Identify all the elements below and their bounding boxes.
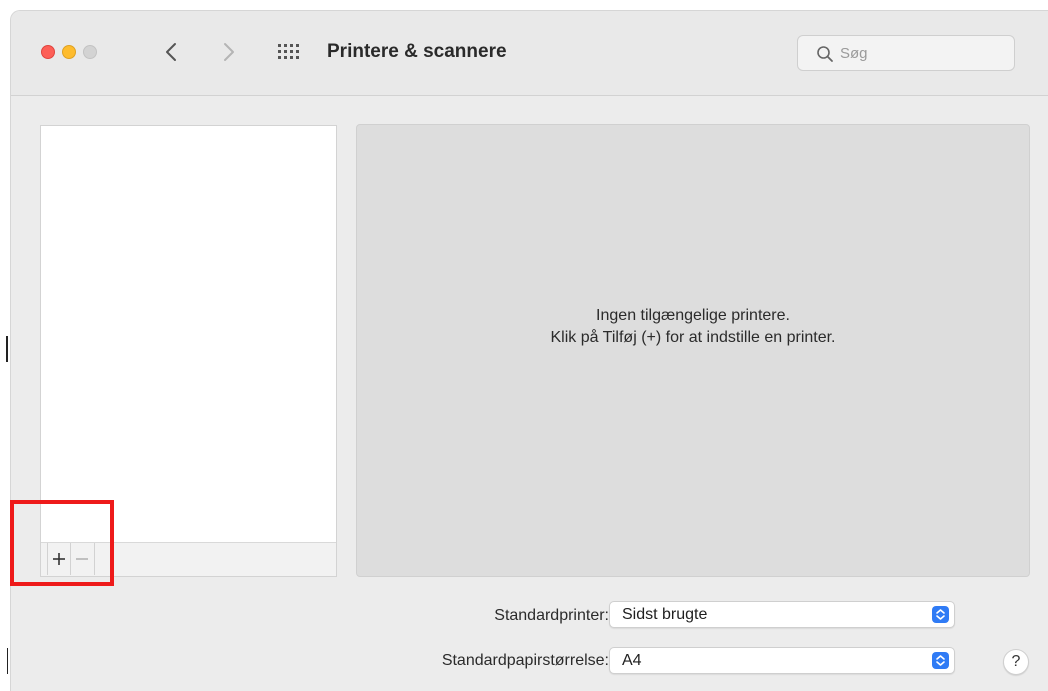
paper-size-stepper: [932, 652, 949, 669]
forward-chevron-icon: [224, 43, 234, 61]
zoom-button[interactable]: [83, 45, 97, 59]
grid-icon: [278, 44, 299, 59]
show-all-button[interactable]: [277, 43, 299, 61]
paper-size-label: Standardpapirstørrelse:: [441, 652, 609, 669]
stepper-chevron-icon: [936, 609, 945, 620]
empty-state-line-1: Ingen tilgængelige printere.: [596, 307, 790, 324]
highlight-annotation: [10, 500, 114, 586]
title-bar: Printere & scannere Søg: [11, 11, 1048, 96]
default-printer-stepper: [932, 606, 949, 623]
empty-state-message: Ingen tilgængelige printere. Klik på Til…: [357, 305, 1029, 349]
default-printer-popup[interactable]: Sidst brugte: [609, 601, 955, 628]
window-title: Printere & scannere: [327, 41, 507, 62]
search-field[interactable]: Søg: [797, 35, 1015, 71]
back-chevron-icon: [166, 43, 176, 61]
empty-state-line-2: Klik på Tilføj (+) for at indstille en p…: [550, 329, 836, 346]
default-printer-value: Sidst brugte: [622, 606, 708, 623]
printer-detail-pane: Ingen tilgængelige printere. Klik på Til…: [356, 124, 1030, 577]
back-button[interactable]: [159, 38, 185, 66]
help-button[interactable]: ?: [1003, 649, 1029, 675]
minimize-button[interactable]: [62, 45, 76, 59]
edge-mark: [7, 648, 8, 674]
search-placeholder: Søg: [840, 45, 868, 62]
paper-size-popup[interactable]: A4: [609, 647, 955, 674]
forward-button[interactable]: [215, 38, 241, 66]
default-printer-label: Standardprinter:: [494, 607, 609, 624]
close-button[interactable]: [41, 45, 55, 59]
paper-size-value: A4: [622, 652, 642, 669]
edge-mark: [6, 336, 8, 362]
stepper-chevron-icon: [936, 655, 945, 666]
search-icon: [817, 46, 833, 62]
printers-window: Printere & scannere Søg Ingen tilgængeli…: [10, 10, 1048, 691]
